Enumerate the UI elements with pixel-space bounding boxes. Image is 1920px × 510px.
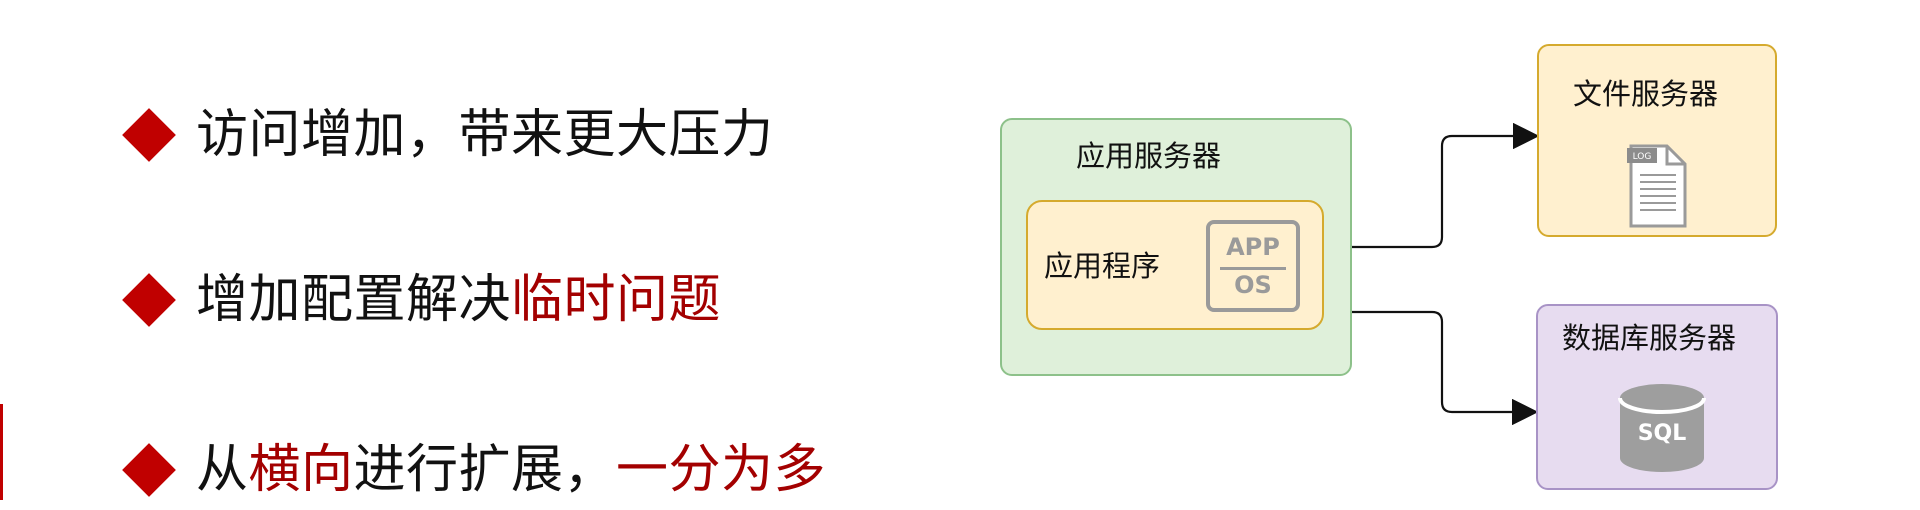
bullet-segment: 进行扩展，: [353, 440, 617, 500]
bullet-text: 从横向进行扩展，一分为多: [196, 444, 826, 496]
diamond-bullet-icon: [122, 108, 176, 162]
app-os-divider: [1220, 267, 1286, 270]
os-icon-label: OS: [1234, 271, 1272, 299]
bullet-highlight-segment: 横向: [248, 440, 354, 500]
file-server-node: 文件服务器 LOG: [1537, 44, 1777, 237]
server-architecture-diagram: 应用服务器 应用程序 APP OS 文件服务器 LOG 数据库服务器 SQL: [980, 30, 1920, 500]
bullet-text: 增加配置解决临时问题: [196, 274, 721, 326]
bullet-segment: 访问增加，带来更大压力: [196, 105, 774, 165]
app-os-icon: APP OS: [1206, 220, 1300, 312]
bullet-segment: 增加配置解决: [196, 270, 512, 330]
sql-label: SQL: [1638, 421, 1687, 446]
bullet-item: 从横向进行扩展，一分为多: [122, 430, 826, 510]
bullet-text: 访问增加，带来更大压力: [196, 109, 774, 161]
app-to-db-connector: [1352, 310, 1539, 426]
db-server-title: 数据库服务器: [1562, 321, 1737, 355]
bullet-list: 访问增加，带来更大压力 增加配置解决临时问题 从横向进行扩展，一分为多: [122, 60, 890, 497]
db-server-node: 数据库服务器 SQL: [1536, 304, 1778, 490]
app-server-title: 应用服务器: [1076, 139, 1222, 173]
sql-database-icon: SQL: [1618, 384, 1706, 472]
bullet-segment: 从: [196, 440, 249, 500]
diamond-bullet-icon: [122, 443, 176, 497]
log-badge-label: LOG: [1633, 152, 1652, 162]
app-to-file-connector: [1352, 122, 1540, 249]
bullet-item: 访问增加，带来更大压力: [122, 95, 774, 175]
app-server-node: 应用服务器 应用程序 APP OS: [1000, 118, 1352, 376]
bullet-highlight-segment: 临时问题: [511, 270, 722, 330]
app-icon-label: APP: [1226, 233, 1280, 261]
diamond-bullet-icon: [122, 273, 176, 327]
app-program-title: 应用程序: [1044, 249, 1161, 283]
bullet-item: 增加配置解决临时问题: [122, 260, 721, 340]
log-file-icon: LOG: [1627, 144, 1687, 228]
left-accent-bar: [0, 404, 3, 500]
bullet-highlight-segment: 一分为多: [616, 440, 827, 500]
app-program-node: 应用程序 APP OS: [1026, 200, 1324, 330]
file-server-title: 文件服务器: [1573, 77, 1719, 111]
